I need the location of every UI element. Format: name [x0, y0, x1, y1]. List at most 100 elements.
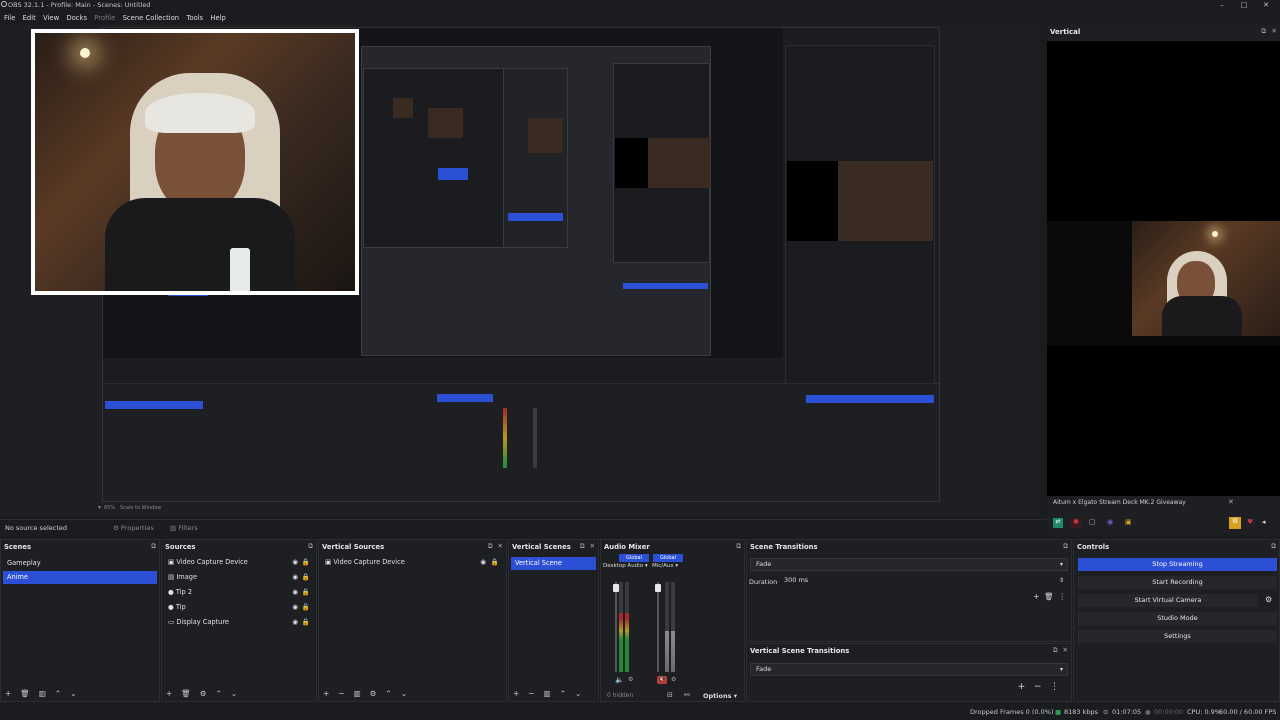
lock-icon[interactable]: 🔒 [491, 556, 499, 569]
heart-icon[interactable]: ♥ [1247, 518, 1253, 526]
lock-icon[interactable]: 🔒 [302, 556, 310, 569]
eye-icon[interactable]: ◉ [292, 586, 298, 599]
move-up-icon[interactable]: ⌃ [385, 689, 391, 698]
hidden-count[interactable]: 0 hidden [607, 692, 633, 699]
vertical-scene-item[interactable]: Vertical Scene [511, 557, 596, 570]
menu-profile[interactable]: Profile [94, 12, 115, 24]
trash-icon[interactable]: 🗑 [181, 689, 191, 698]
scene-item-gameplay[interactable]: Gameplay [3, 557, 157, 570]
folder-icon[interactable]: ▣ [1125, 518, 1135, 528]
start-virtual-camera-button[interactable]: Start Virtual Camera [1078, 594, 1258, 607]
stop-streaming-button[interactable]: Stop Streaming [1078, 558, 1277, 571]
pause-icon[interactable]: ▢ [1089, 518, 1099, 528]
move-down-icon[interactable]: ⌄ [401, 689, 407, 698]
trash-icon[interactable]: 🗑 [1044, 592, 1054, 601]
speaker-icon[interactable]: 🔈 [615, 676, 624, 684]
duration-input[interactable]: 300 ms ⇕ [779, 575, 1068, 588]
move-up-icon[interactable]: ⌃ [216, 689, 222, 698]
eye-icon[interactable]: ◉ [292, 571, 298, 584]
maximize-button[interactable]: □ [1234, 0, 1254, 11]
zoom-level[interactable]: 65% [104, 505, 115, 511]
channel-settings-icon[interactable]: ⚙ [671, 676, 676, 683]
remove-icon[interactable]: − [1034, 682, 1042, 692]
record-icon[interactable]: ● [1071, 518, 1081, 528]
chevron-left-icon[interactable]: ◂ [1262, 518, 1266, 526]
undock-icon[interactable]: ⧉ [488, 542, 493, 550]
close-icon[interactable]: ✕ [1228, 498, 1234, 506]
remove-icon[interactable]: − [338, 689, 344, 698]
source-item[interactable]: ▤ Image ◉ 🔒 [164, 571, 314, 584]
trash-icon[interactable]: 🗑 [20, 689, 30, 698]
eye-icon[interactable]: ◉ [292, 556, 298, 569]
undock-icon[interactable]: ⧉ [151, 542, 156, 550]
chevron-down-icon[interactable]: ▾ [98, 504, 101, 511]
undock-icon[interactable]: ⧉ [1271, 542, 1276, 550]
menu-help[interactable]: Help [210, 12, 226, 24]
start-recording-button[interactable]: Start Recording [1078, 576, 1277, 589]
move-down-icon[interactable]: ⌄ [70, 689, 76, 698]
close-icon[interactable]: ✕ [1063, 646, 1068, 654]
vertical-source-item[interactable]: ▣ Video Capture Device ◉ 🔒 [321, 556, 504, 569]
webcam-overlay[interactable] [31, 29, 359, 295]
source-item[interactable]: ● Tip ◉ 🔒 [164, 601, 314, 614]
add-icon[interactable]: + [1033, 592, 1039, 601]
filter-icon[interactable]: ▥ [39, 689, 46, 698]
vertical-transition-select[interactable]: Fade ▾ [750, 663, 1068, 676]
menu-edit[interactable]: Edit [23, 12, 36, 24]
menu-tools[interactable]: Tools [186, 12, 203, 24]
eye-icon[interactable]: ◉ [480, 556, 486, 569]
studio-mode-button[interactable]: Studio Mode [1078, 612, 1277, 625]
minimize-button[interactable]: – [1212, 0, 1232, 11]
undock-icon[interactable]: ⧉ [1063, 542, 1068, 550]
menu-scene-collection[interactable]: Scene Collection [123, 12, 180, 24]
move-down-icon[interactable]: ⌄ [231, 689, 237, 698]
move-up-icon[interactable]: ⌃ [55, 689, 61, 698]
filters-button[interactable]: ▥ Filters [170, 524, 198, 532]
source-item[interactable]: ▭ Display Capture ◉ 🔒 [164, 616, 314, 629]
close-icon[interactable]: ✕ [498, 542, 503, 550]
mic-fader-knob[interactable] [655, 584, 661, 592]
settings-icon[interactable]: ⚙ [1229, 517, 1241, 529]
add-icon[interactable]: + [1018, 682, 1026, 692]
virtual-camera-icon[interactable]: ◉ [1107, 518, 1117, 528]
settings-button[interactable]: Settings [1078, 630, 1277, 643]
scale-mode[interactable]: Scale to Window [120, 505, 161, 511]
desktop-audio-name[interactable]: Desktop Audio ▾ [603, 563, 648, 569]
gear-icon[interactable]: ⚙ [200, 689, 207, 698]
gear-icon[interactable]: ⚙ [370, 689, 377, 698]
undock-icon[interactable]: ⧉ [580, 542, 585, 550]
mic-aux-name[interactable]: Mic/Aux ▾ [652, 563, 678, 569]
vertical-preview[interactable] [1047, 41, 1280, 511]
more-icon[interactable]: ⋮ [1050, 682, 1059, 692]
move-down-icon[interactable]: ⌄ [575, 689, 581, 698]
add-icon[interactable]: + [5, 689, 11, 698]
undock-icon[interactable]: ⧉ [308, 542, 313, 550]
add-icon[interactable]: + [323, 689, 329, 698]
close-icon[interactable]: ✕ [1272, 27, 1277, 35]
mixer-layout-icon[interactable]: ⊟ [667, 691, 673, 699]
close-button[interactable]: ✕ [1256, 0, 1276, 11]
filter-icon[interactable]: ▥ [354, 689, 361, 698]
stream-status-icon[interactable]: ⇄ [1053, 518, 1063, 528]
add-icon[interactable]: + [166, 689, 172, 698]
close-icon[interactable]: ✕ [590, 542, 595, 550]
channel-settings-icon[interactable]: ⚙ [628, 676, 633, 683]
menu-view[interactable]: View [43, 12, 59, 24]
filter-icon[interactable]: ▥ [544, 689, 551, 698]
source-item[interactable]: ▣ Video Capture Device ◉ 🔒 [164, 556, 314, 569]
add-icon[interactable]: + [513, 689, 519, 698]
lock-icon[interactable]: 🔒 [302, 601, 310, 614]
virtual-camera-settings-icon[interactable]: ⚙ [1265, 595, 1272, 604]
desktop-audio-fader-knob[interactable] [613, 584, 619, 592]
more-icon[interactable]: ⋮ [1059, 592, 1067, 601]
source-item[interactable]: ● Tip 2 ◉ 🔒 [164, 586, 314, 599]
menu-docks[interactable]: Docks [66, 12, 87, 24]
lock-icon[interactable]: 🔒 [302, 571, 310, 584]
lock-icon[interactable]: 🔒 [302, 586, 310, 599]
scene-item-anime[interactable]: Anime [3, 571, 157, 584]
move-up-icon[interactable]: ⌃ [560, 689, 566, 698]
undock-icon[interactable]: ⧉ [1053, 646, 1058, 654]
properties-button[interactable]: ⚙ Properties [113, 524, 154, 532]
mute-icon[interactable]: 🔇 [657, 676, 667, 684]
menu-file[interactable]: File [4, 12, 15, 24]
